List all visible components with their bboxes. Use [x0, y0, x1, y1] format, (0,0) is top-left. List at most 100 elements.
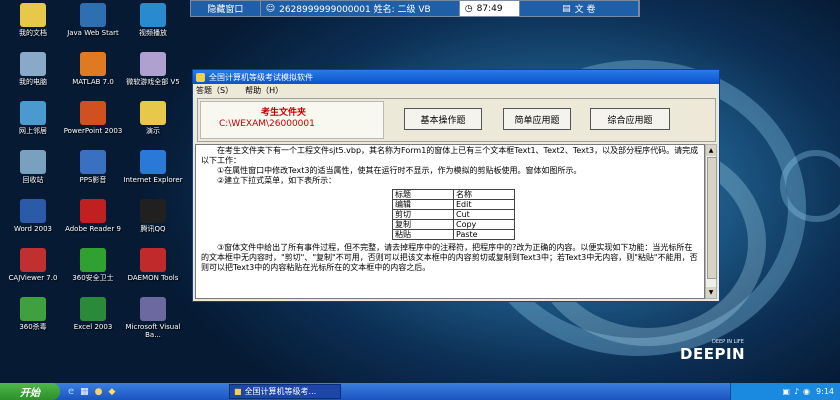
- folder-icon: [140, 101, 166, 125]
- ie-icon: [140, 150, 166, 174]
- desktop-icon-17[interactable]: DAEMON Tools: [122, 248, 184, 282]
- table-cell: Paste: [453, 229, 515, 240]
- desktop-icon-5[interactable]: 微软游戏全部 V5: [122, 52, 184, 86]
- timer-text: 87:49: [476, 3, 503, 14]
- desktop-icon-3[interactable]: 我的电脑: [2, 52, 64, 86]
- table-cell: Cut: [453, 209, 515, 220]
- system-tray: ▣ ♪ ◉ 9:14: [730, 383, 840, 400]
- taskbar-task-exam[interactable]: ■ 全国计算机等级考...: [229, 384, 341, 399]
- tray-security-icon[interactable]: ◉: [803, 387, 810, 396]
- scroll-down-icon[interactable]: ▼: [706, 287, 716, 298]
- table-cell: Edit: [453, 199, 515, 210]
- timer: ◷ 87:49: [459, 1, 520, 16]
- taskbar: 开始 e ▦ ● ◆ ■ 全国计算机等级考... ▣ ♪ ◉ 9:14: [0, 383, 840, 400]
- tray-network-icon[interactable]: ▣: [782, 387, 790, 396]
- desktop-icon-label: PowerPoint 2003: [63, 127, 123, 135]
- quick-launch-media-icon[interactable]: ●: [95, 387, 103, 397]
- powerpoint-icon: [80, 101, 106, 125]
- quick-launch-qq-icon[interactable]: ◆: [109, 387, 116, 397]
- desktop-icon-13[interactable]: Adobe Reader 9: [62, 199, 124, 233]
- desktop-icon-11[interactable]: Internet Explorer: [122, 150, 184, 184]
- table-cell: 粘贴: [392, 229, 454, 240]
- desktop-icon-label: Word 2003: [13, 225, 53, 233]
- desktop-icon-15[interactable]: CAJViewer 7.0: [2, 248, 64, 282]
- scroll-thumb[interactable]: [707, 157, 717, 279]
- desktop-icon-label: CAJViewer 7.0: [8, 274, 58, 282]
- desktop-icon-label: 微软游戏全部 V5: [126, 78, 180, 86]
- exam-info-text: 2628999999000001 姓名: 二级 VB: [279, 5, 431, 15]
- desktop-icon-7[interactable]: PowerPoint 2003: [62, 101, 124, 135]
- desktop-icon-label: 360安全卫士: [72, 274, 114, 282]
- desktop-icon-label: Excel 2003: [73, 323, 113, 331]
- menu-spec-table: 标题 名称 编辑 Edit 剪切 Cut 复制 Copy 粘贴 Paste: [392, 189, 515, 240]
- task-label: 全国计算机等级考...: [244, 387, 317, 396]
- desktop-icon-0[interactable]: 我的文档: [2, 3, 64, 37]
- recycle-bin-icon: [20, 150, 46, 174]
- menu-bar: 答题（S） 帮助（H）: [193, 84, 719, 96]
- table-cell: 标题: [392, 189, 454, 200]
- desktop-icon-label: PPS影音: [79, 176, 107, 184]
- hide-window-button[interactable]: 隐藏窗口: [191, 1, 261, 16]
- menu-help[interactable]: 帮助（H）: [245, 85, 283, 96]
- exam-folder-path: C:\WEXAM\26000001: [219, 119, 315, 129]
- desktop-icon-12[interactable]: Word 2003: [2, 199, 64, 233]
- simple-application-button[interactable]: 简单应用题: [503, 108, 571, 130]
- question-paper-button[interactable]: ▤ 文 卷: [519, 1, 639, 16]
- deepin-logo: DEEPIN: [680, 345, 746, 363]
- desktop-icon-label: Internet Explorer: [123, 176, 183, 184]
- table-cell: 复制: [392, 219, 454, 230]
- 360-antivirus-icon: [20, 297, 46, 321]
- app-icon: [196, 72, 205, 82]
- quick-launch-desktop-icon[interactable]: ▦: [80, 387, 89, 397]
- excel-icon: [80, 297, 106, 321]
- computer-icon: [20, 52, 46, 76]
- desktop-icon-6[interactable]: 网上邻居: [2, 101, 64, 135]
- desktop-icon-label: DAEMON Tools: [127, 274, 179, 282]
- desktop-icon-18[interactable]: 360杀毒: [2, 297, 64, 331]
- desktop-icon-label: Microsoft Visual Ba...: [125, 323, 181, 339]
- desktop-icon-10[interactable]: PPS影音: [62, 150, 124, 184]
- desktop-icon-label: 回收站: [22, 176, 44, 184]
- desktop-icon-4[interactable]: MATLAB 7.0: [62, 52, 124, 86]
- question-paper-label: 文 卷: [574, 5, 596, 15]
- desktop-icon-label: 腾讯QQ: [140, 225, 166, 233]
- menu-answer[interactable]: 答题（S）: [196, 85, 233, 96]
- network-icon: [20, 101, 46, 125]
- scroll-up-icon[interactable]: ▲: [706, 145, 716, 156]
- desktop-icon-1[interactable]: Java Web Start: [62, 3, 124, 37]
- question-content[interactable]: 在考生文件夹下有一个工程文件sjt5.vbp，其名称为Form1的窗体上已有三个…: [195, 144, 705, 299]
- game-icon: [140, 52, 166, 76]
- desktop-icon-8[interactable]: 演示: [122, 101, 184, 135]
- basic-operation-button[interactable]: 基本操作题: [404, 108, 482, 130]
- desktop-icon-label: MATLAB 7.0: [72, 78, 114, 86]
- exam-window: 全国计算机等级考试模拟软件 答题（S） 帮助（H） 考生文件夹 C:\WEXAM…: [192, 69, 720, 302]
- desktop-icon-19[interactable]: Excel 2003: [62, 297, 124, 331]
- document-icon: ▤: [562, 3, 571, 14]
- start-button[interactable]: 开始: [0, 383, 60, 400]
- vertical-scrollbar[interactable]: ▲ ▼: [705, 144, 717, 299]
- desktop-icon-label: 网上邻居: [19, 127, 47, 135]
- window-title: 全国计算机等级考试模拟软件: [209, 72, 313, 82]
- exam-info: ☺ 2628999999000001 姓名: 二级 VB: [260, 1, 460, 16]
- desktop-icon-20[interactable]: Microsoft Visual Ba...: [122, 297, 184, 339]
- table-cell: 名称: [453, 189, 515, 200]
- desktop-icon-16[interactable]: 360安全卫士: [62, 248, 124, 282]
- desktop-icon-label: Java Web Start: [67, 29, 119, 37]
- tray-volume-icon[interactable]: ♪: [794, 387, 799, 396]
- clock-icon: ◷: [464, 3, 473, 14]
- quick-launch-ie-icon[interactable]: e: [68, 386, 74, 397]
- question-paragraph-2: ①在属性窗口中修改Text3的适当属性，使其在运行时不显示，作为模拟的剪贴板使用…: [217, 166, 582, 175]
- video-player-icon: [140, 3, 166, 27]
- table-row: 复制 Copy: [392, 219, 515, 230]
- desktop-icon-14[interactable]: 腾讯QQ: [122, 199, 184, 233]
- window-titlebar[interactable]: 全国计算机等级考试模拟软件: [193, 70, 719, 84]
- table-cell: 编辑: [392, 199, 454, 210]
- table-cell: Copy: [453, 219, 515, 230]
- adobe-reader-icon: [80, 199, 106, 223]
- exam-toolbar: 隐藏窗口 ☺ 2628999999000001 姓名: 二级 VB ◷ 87:4…: [190, 0, 640, 17]
- comprehensive-application-button[interactable]: 综合应用题: [590, 108, 670, 130]
- table-row: 剪切 Cut: [392, 209, 515, 220]
- desktop-icon-2[interactable]: 视频播放: [122, 3, 184, 37]
- desktop-icon-9[interactable]: 回收站: [2, 150, 64, 184]
- table-cell: 剪切: [392, 209, 454, 220]
